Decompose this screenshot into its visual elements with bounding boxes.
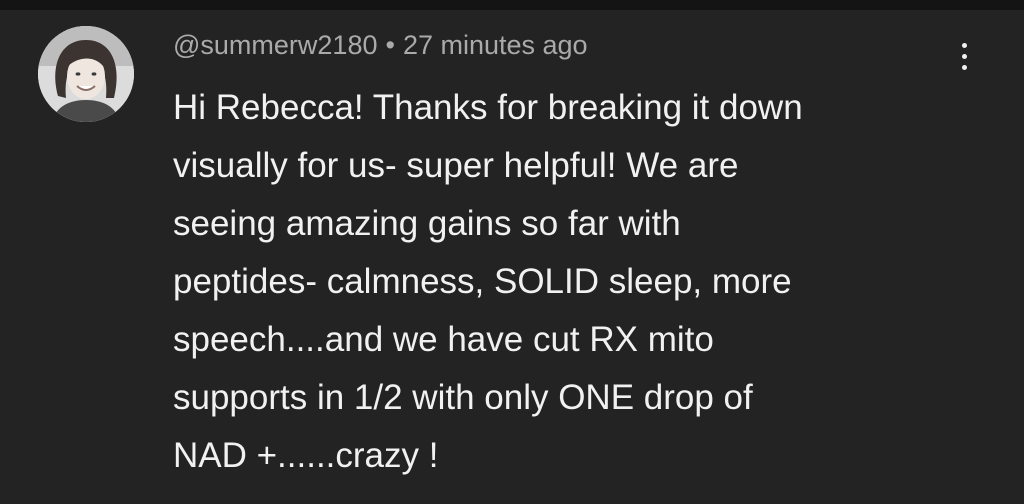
comment-text-line: NAD +......crazy ! (173, 436, 439, 475)
more-vertical-icon-dot-2 (962, 54, 967, 59)
avatar[interactable] (38, 26, 134, 122)
timestamp: 27 minutes ago (402, 30, 588, 60)
separator-dot: • (385, 30, 395, 60)
more-vertical-icon-dot-3 (962, 65, 967, 70)
comment-text-line: seeing amazing gains so far with (173, 204, 681, 243)
comment-text-line: supports in 1/2 with only ONE drop of (173, 378, 753, 417)
author-handle[interactable]: @summerw2180 (173, 30, 377, 60)
more-vertical-icon-dot-1 (962, 43, 967, 48)
comment-item: @summerw2180 • 27 minutes ago Hi Rebecca! … (0, 10, 1024, 504)
comment-text-line: Hi Rebecca! Thanks for breaking it down (173, 88, 803, 127)
comment-text-line: speech....and we have cut RX mito (173, 320, 714, 359)
comment-text-line: peptides- calmness, SOLID sleep, more (173, 262, 792, 301)
top-divider-strip (0, 0, 1024, 10)
more-options-button[interactable] (950, 34, 980, 78)
comment-text-line: visually for us- super helpful! We are (173, 146, 739, 185)
comment-text: Hi Rebecca! Thanks for breaking it down … (173, 79, 973, 485)
comment-header: @summerw2180 • 27 minutes ago (173, 28, 588, 62)
user-avatar-icon (38, 26, 134, 122)
